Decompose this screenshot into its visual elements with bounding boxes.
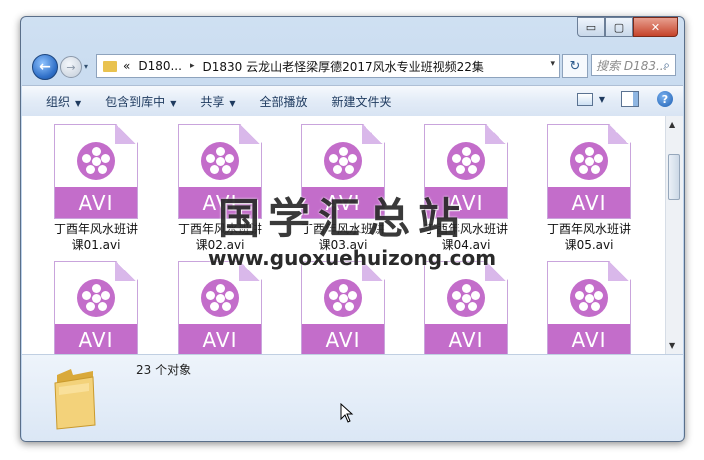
- include-in-library-menu[interactable]: 包含到库中 ▼: [105, 93, 176, 110]
- navigation-bar: ← → ▾ « D180... ▸ D1830 云龙山老怪梁厚德2017风水专业…: [29, 53, 679, 80]
- file-item[interactable]: AVI 丁酉年风水班讲 课05.avi: [528, 124, 650, 253]
- file-type-badge: AVI: [179, 324, 261, 354]
- command-bar: 组织 ▼ 包含到库中 ▼ 共享 ▼ 全部播放 新建文件夹 ▼ ?: [22, 85, 683, 117]
- share-label: 共享: [200, 94, 225, 109]
- file-name-line2: 课01.avi: [71, 238, 121, 252]
- file-type-badge: AVI: [425, 324, 507, 354]
- file-item[interactable]: AVI: [159, 261, 281, 354]
- close-button[interactable]: ✕: [633, 17, 678, 37]
- watermark-url: www.guoxuehuizong.com: [208, 246, 497, 270]
- file-type-badge: AVI: [55, 324, 137, 354]
- file-type-badge: AVI: [302, 324, 384, 354]
- details-pane: 23 个对象: [22, 354, 683, 441]
- scroll-down-icon[interactable]: ▼: [669, 341, 675, 350]
- chevron-down-icon: ▼: [229, 98, 236, 108]
- file-type-badge: AVI: [548, 324, 630, 354]
- maximize-button[interactable]: ▢: [605, 17, 633, 37]
- page-fold: [239, 125, 261, 144]
- page-fold: [362, 125, 384, 144]
- file-name-line1: 丁酉年风水班讲: [546, 222, 631, 236]
- file-name[interactable]: 丁酉年风水班讲 课01.avi: [35, 221, 157, 253]
- new-folder-button[interactable]: 新建文件夹: [332, 93, 392, 110]
- page-fold: [608, 125, 630, 144]
- file-name[interactable]: 丁酉年风水班讲 课05.avi: [528, 221, 650, 253]
- page-fold: [115, 262, 137, 281]
- video-reel-icon: [324, 279, 362, 317]
- avi-file-icon: AVI: [301, 261, 385, 354]
- forward-arrow-icon: →: [66, 60, 76, 74]
- folder-icon: [103, 60, 117, 72]
- chevron-down-icon: ▼: [170, 98, 177, 108]
- mouse-cursor-icon: [340, 403, 354, 423]
- video-reel-icon: [447, 279, 485, 317]
- video-reel-icon: [77, 279, 115, 317]
- avi-file-icon: AVI: [54, 261, 138, 354]
- refresh-icon: ↻: [569, 58, 581, 74]
- video-reel-icon: [324, 142, 362, 180]
- file-type-badge: AVI: [55, 187, 137, 218]
- breadcrumb-overflow[interactable]: «: [123, 59, 130, 73]
- file-item[interactable]: AVI: [35, 261, 157, 354]
- organize-label: 组织: [46, 94, 71, 109]
- file-name-line2: 课05.avi: [564, 238, 614, 252]
- minimize-button[interactable]: ▭: [577, 17, 605, 37]
- watermark-title: 国学汇总站: [218, 194, 469, 243]
- refresh-button[interactable]: ↻: [562, 54, 588, 78]
- help-icon[interactable]: ?: [657, 91, 673, 107]
- back-arrow-icon: ←: [39, 59, 51, 75]
- scroll-thumb[interactable]: [668, 154, 680, 200]
- vertical-scrollbar[interactable]: ▲ ▼: [665, 116, 683, 354]
- organize-menu[interactable]: 组织 ▼: [46, 93, 81, 110]
- search-placeholder: 搜索 D183...: [596, 58, 668, 73]
- video-reel-icon: [77, 142, 115, 180]
- video-reel-icon: [570, 142, 608, 180]
- toolbar-right: ▼ ?: [576, 91, 673, 107]
- address-bar[interactable]: « D180... ▸ D1830 云龙山老怪梁厚德2017风水专业班视频22集…: [96, 54, 560, 78]
- file-item[interactable]: AVI 丁酉年风水班讲 课01.avi: [35, 124, 157, 253]
- search-icon[interactable]: ⌕: [663, 58, 670, 73]
- breadcrumb-current[interactable]: D1830 云龙山老怪梁厚德2017风水专业班视频22集: [202, 58, 483, 75]
- video-reel-icon: [570, 279, 608, 317]
- history-dropdown[interactable]: ▾: [84, 62, 88, 71]
- forward-button[interactable]: →: [60, 56, 82, 78]
- caption-buttons: ▭ ▢ ✕: [577, 17, 678, 37]
- file-item[interactable]: AVI: [282, 261, 404, 354]
- breadcrumb-separator-icon[interactable]: ▸: [190, 61, 195, 71]
- back-button[interactable]: ←: [32, 54, 58, 80]
- scroll-up-icon[interactable]: ▲: [669, 120, 675, 129]
- avi-file-icon: AVI: [178, 261, 262, 354]
- address-dropdown-icon[interactable]: ▾: [550, 59, 555, 69]
- share-menu[interactable]: 共享 ▼: [200, 93, 235, 110]
- view-dropdown-icon[interactable]: ▼: [599, 95, 605, 104]
- page-fold: [115, 125, 137, 144]
- file-item[interactable]: AVI: [528, 261, 650, 354]
- avi-file-icon: AVI: [547, 261, 631, 354]
- play-all-button[interactable]: 全部播放: [260, 93, 308, 110]
- item-count: 23 个对象: [136, 363, 192, 377]
- video-reel-icon: [201, 279, 239, 317]
- preview-pane-icon[interactable]: [621, 91, 639, 107]
- file-name-line1: 丁酉年风水班讲: [53, 222, 138, 236]
- file-type-badge: AVI: [548, 187, 630, 218]
- breadcrumb-parent[interactable]: D180...: [138, 59, 182, 73]
- video-reel-icon: [201, 142, 239, 180]
- page-fold: [485, 125, 507, 144]
- chevron-down-icon: ▼: [75, 98, 82, 108]
- avi-file-icon: AVI: [424, 261, 508, 354]
- video-reel-icon: [447, 142, 485, 180]
- folder-icon: [54, 369, 96, 430]
- view-icon[interactable]: [576, 92, 593, 106]
- search-input[interactable]: 搜索 D183... ⌕: [591, 54, 676, 76]
- avi-file-icon: AVI: [54, 124, 138, 219]
- avi-file-icon: AVI: [547, 124, 631, 219]
- file-item[interactable]: AVI: [405, 261, 527, 354]
- include-library-label: 包含到库中: [105, 94, 166, 109]
- page-fold: [608, 262, 630, 281]
